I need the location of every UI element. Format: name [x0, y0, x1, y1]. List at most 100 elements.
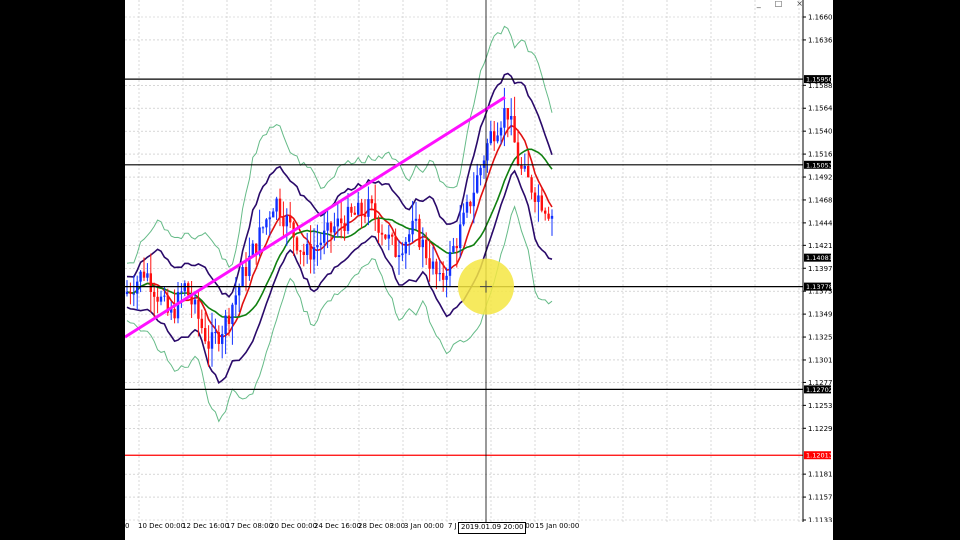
time-label: 15 Jan 00:00 [535, 522, 580, 530]
candle-body [159, 296, 163, 302]
candle-body [513, 116, 516, 143]
price-tick-label: 1.12775 [808, 379, 833, 387]
candle-body [544, 210, 547, 214]
candle-body [319, 242, 322, 245]
candle-body [411, 220, 414, 235]
candle-body [251, 243, 254, 256]
chart-window[interactable]: _ □ × 1.15950 1.15053 1.14081 1.13778 1.1270… [125, 0, 833, 540]
candle-body [234, 295, 237, 305]
candle-body [448, 251, 452, 276]
candle-body [523, 166, 526, 169]
price-tick-label: 1.14685 [808, 196, 833, 204]
price-tick-label: 1.11575 [808, 494, 833, 502]
candle-body [476, 175, 479, 193]
crosshair-time-label: 2019.01.09 20:00 [458, 522, 527, 534]
candle-body [540, 195, 543, 211]
candle-body [224, 315, 227, 334]
candle-body [187, 283, 190, 296]
candle-body [431, 261, 435, 269]
candle-body [428, 258, 431, 269]
candle-body [302, 251, 305, 255]
candle-body [282, 217, 285, 227]
price-tick-label: 1.14210 [808, 242, 833, 250]
hline-4-label: 1.12702 [806, 386, 833, 394]
time-label: 7 J [448, 522, 457, 530]
candle-body [414, 218, 418, 221]
time-label: 0 [125, 522, 130, 530]
candle-body [285, 215, 288, 227]
candle-body [258, 227, 261, 254]
candle-body [421, 239, 424, 248]
candle-body [438, 273, 441, 275]
candle-body [363, 214, 367, 217]
candle-body [261, 227, 265, 229]
hline-red-label: 1.12013 [806, 452, 833, 460]
candle-body [323, 230, 326, 243]
price-tick-label: 1.15165 [808, 151, 833, 159]
candle-body [221, 333, 224, 344]
candle-body [217, 332, 220, 344]
candle-body [527, 166, 530, 178]
candlesticks [125, 87, 554, 367]
price-tick-label: 1.14445 [808, 219, 833, 227]
candle-body [193, 299, 197, 305]
candle-body [462, 212, 465, 225]
candle-body [550, 215, 554, 219]
candle-body [241, 267, 244, 287]
candle-body [418, 218, 421, 248]
candle-body [465, 201, 469, 213]
candle-body [493, 131, 496, 142]
candle-body [129, 291, 132, 294]
candle-body [370, 199, 373, 204]
candle-body [547, 213, 550, 219]
candle-body [336, 218, 339, 227]
candle-body [503, 108, 506, 128]
candle-body [268, 217, 271, 220]
candle-body [404, 241, 407, 254]
candle-body [499, 127, 503, 136]
candle-body [459, 224, 462, 249]
time-label: 3 Jan 00:00 [404, 522, 444, 530]
candle-body [326, 222, 329, 231]
candle-body [312, 247, 316, 260]
time-label: 12 Dec 16:00 [182, 522, 230, 530]
candle-body [214, 332, 217, 334]
candle-body [520, 164, 523, 169]
candle-body [200, 318, 203, 329]
candle-body [533, 192, 537, 202]
candle-body [387, 234, 390, 239]
price-tick-label: 1.14925 [808, 174, 833, 182]
candle-body [455, 246, 458, 249]
candle-body [316, 244, 319, 248]
candle-body [136, 281, 139, 294]
candle-body [384, 234, 387, 239]
candle-body [445, 275, 448, 280]
candle-body [357, 202, 360, 215]
candle-body [340, 218, 343, 224]
candle-body [149, 273, 152, 293]
candle-body [397, 255, 401, 257]
time-label: 20 Dec 00:00 [270, 522, 318, 530]
candle-body [299, 250, 302, 252]
candle-body [309, 244, 312, 260]
price-tick-label: 1.16360 [808, 36, 833, 44]
candle-body [163, 295, 166, 297]
candle-body [442, 273, 445, 280]
price-tick-label: 1.12295 [808, 425, 833, 433]
candle-body [489, 131, 492, 144]
candle-body [125, 291, 129, 295]
candle-body [510, 116, 513, 120]
candle-body [482, 160, 486, 168]
current-price-label: 1.14081 [806, 254, 833, 262]
candle-body [374, 203, 377, 219]
price-tick-label: 1.11815 [808, 471, 833, 479]
candle-body [377, 218, 380, 233]
price-chart[interactable]: 1.159501.150531.140811.137781.127021.120… [125, 0, 833, 522]
candle-body [472, 192, 475, 207]
candle-body [272, 211, 275, 218]
time-label: 24 Dec 16:00 [314, 522, 362, 530]
candle-body [360, 202, 363, 215]
candle-body [380, 232, 384, 235]
candle-body [479, 167, 482, 176]
candle-body [343, 223, 346, 231]
